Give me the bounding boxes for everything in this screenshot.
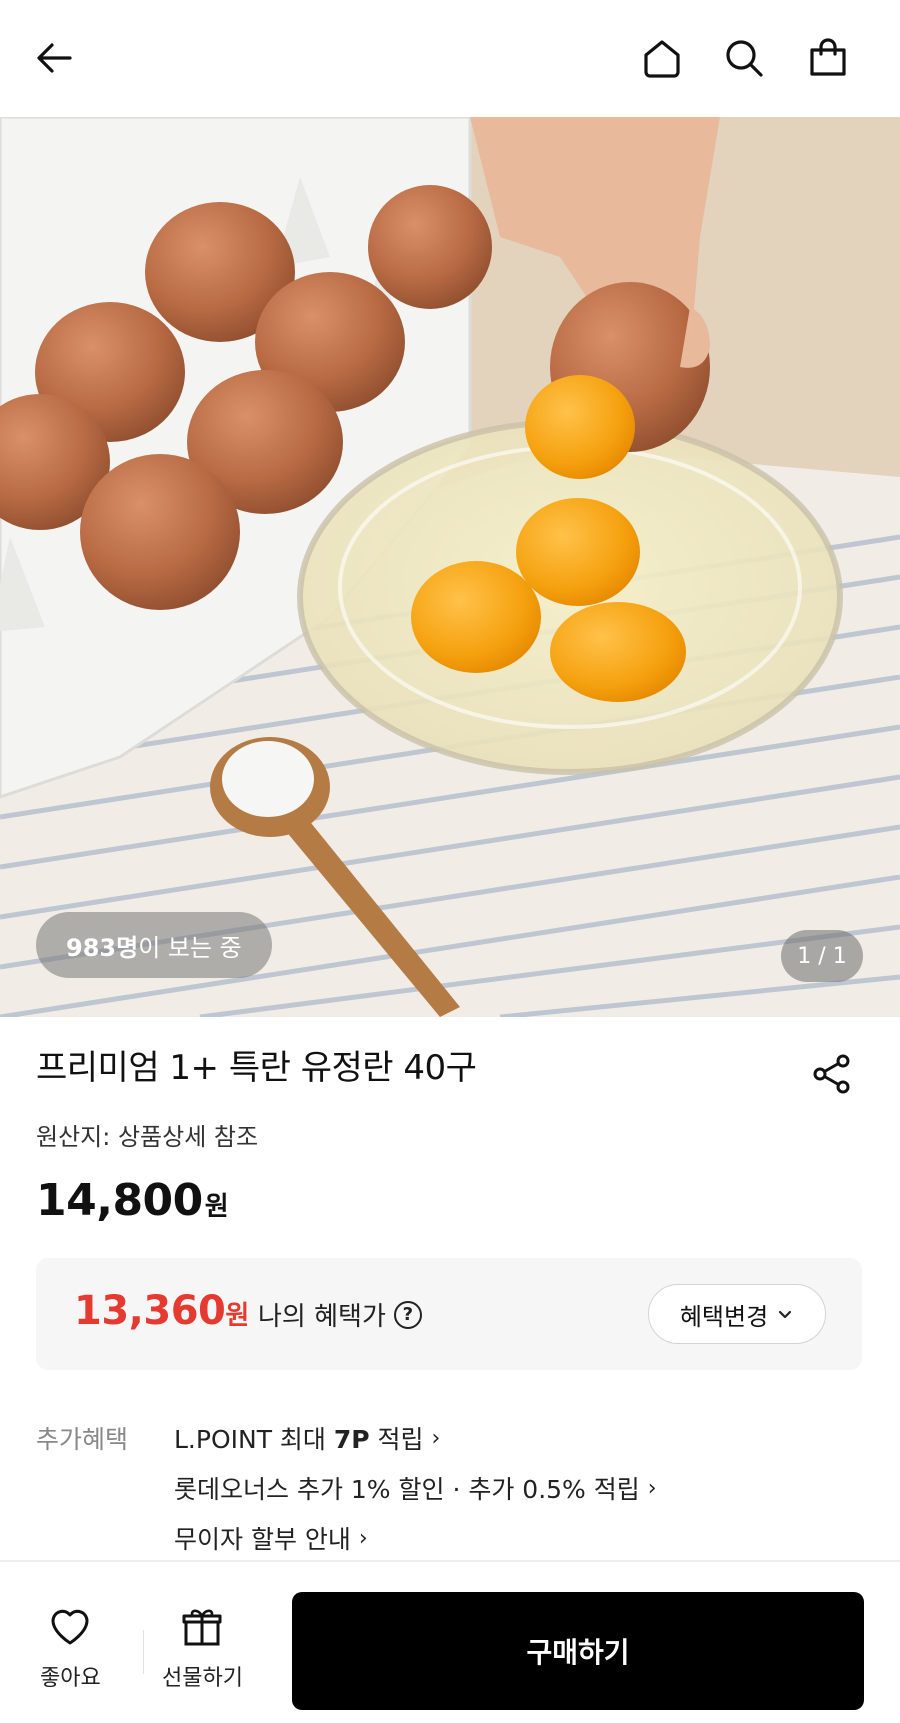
benefit-price-box: 13,360원 나의 혜택가 ? 혜택변경 [36, 1258, 862, 1370]
lpoint-suffix: 적립 [369, 1425, 424, 1454]
like-button[interactable]: 좋아요 [40, 1604, 101, 1692]
lpoint-prefix: L.POINT 최대 [174, 1425, 334, 1454]
product-price: 14,800원 [36, 1175, 229, 1226]
gift-button[interactable]: 선물하기 [162, 1604, 243, 1692]
bottom-action-bar: 좋아요 선물하기 구매하기 [0, 1562, 900, 1723]
origin-info: 원산지: 상품상세 참조 [36, 1123, 259, 1151]
search-icon[interactable] [716, 30, 772, 86]
chevron-right-icon: › [358, 1525, 368, 1551]
help-icon[interactable]: ? [393, 1300, 422, 1329]
bottom-bar-separator [143, 1630, 144, 1674]
eggs-illustration [0, 117, 900, 1017]
heart-icon [51, 1609, 89, 1645]
lpoint-text: L.POINT 최대 7P 적립 [174, 1420, 424, 1456]
lotte-owners-benefit-link[interactable]: 롯데오너스 추가 1% 할인 · 추가 0.5% 적립 › [174, 1470, 657, 1506]
viewers-count: 983명 [66, 933, 139, 962]
chevron-right-icon: › [647, 1475, 657, 1501]
chevron-right-icon: › [431, 1425, 441, 1451]
installment-text: 무이자 할부 안내 [174, 1525, 351, 1554]
buy-button[interactable]: 구매하기 [292, 1592, 864, 1710]
top-app-bar [0, 0, 900, 117]
extra-benefits-label: 추가혜택 [36, 1425, 129, 1454]
product-image[interactable]: 983명 이 보는 중 1 / 1 [0, 117, 900, 1017]
change-benefit-button[interactable]: 혜택변경 [648, 1284, 826, 1344]
benefit-price: 13,360원 [74, 1288, 249, 1334]
lpoint-benefit-link[interactable]: L.POINT 최대 7P 적립 › [174, 1420, 440, 1456]
gift-label: 선물하기 [162, 1666, 243, 1691]
home-icon[interactable] [634, 30, 690, 86]
image-page-indicator: 1 / 1 [781, 930, 863, 982]
lotte-owners-text: 롯데오너스 추가 1% 할인 · 추가 0.5% 적립 [174, 1475, 640, 1504]
lpoint-points: 7P [333, 1425, 370, 1454]
share-icon[interactable] [806, 1048, 858, 1100]
shopping-bag-icon[interactable] [800, 30, 856, 86]
benefit-label-text: 나의 혜택가 [258, 1302, 386, 1332]
change-benefit-label: 혜택변경 [679, 1302, 769, 1331]
gift-icon [182, 1609, 222, 1646]
price-unit: 원 [204, 1192, 229, 1222]
benefit-label: 나의 혜택가 ? [258, 1296, 422, 1333]
chevron-down-icon [779, 1310, 792, 1319]
back-arrow-icon[interactable] [26, 30, 82, 86]
viewers-suffix: 이 보는 중 [138, 933, 242, 962]
product-title: 프리미엄 1+ 특란 유정란 40구 [36, 1048, 477, 1088]
benefit-price-value: 13,360 [74, 1288, 226, 1334]
installment-info-link[interactable]: 무이자 할부 안내 › [174, 1520, 368, 1556]
price-value: 14,800 [36, 1175, 203, 1226]
like-label: 좋아요 [40, 1666, 101, 1691]
benefit-price-unit: 원 [225, 1301, 249, 1331]
viewers-badge: 983명 이 보는 중 [36, 912, 272, 978]
